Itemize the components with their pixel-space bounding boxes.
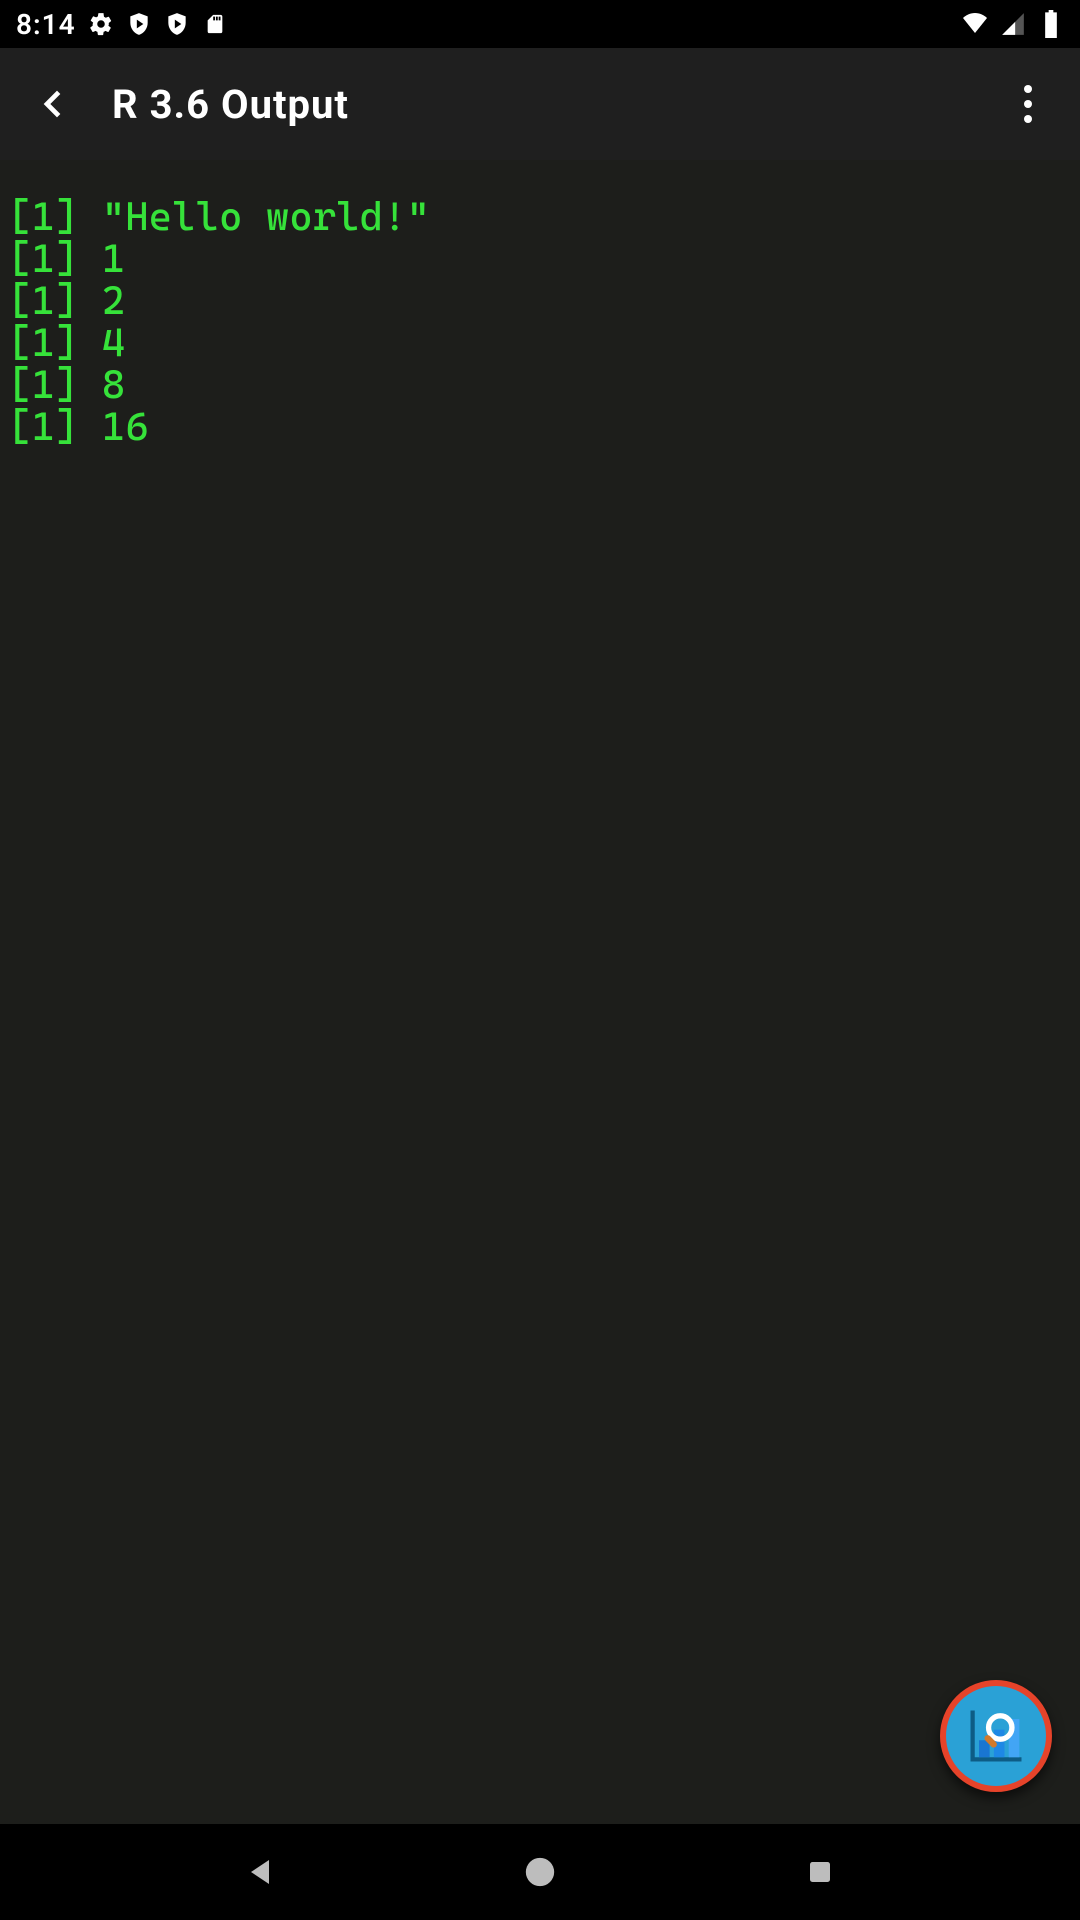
back-button[interactable] bbox=[24, 76, 80, 132]
status-right bbox=[962, 11, 1064, 37]
square-recents-icon bbox=[805, 1857, 835, 1887]
nav-back-button[interactable] bbox=[230, 1842, 290, 1902]
shield-play-icon bbox=[164, 11, 190, 37]
triangle-back-icon bbox=[242, 1854, 278, 1890]
status-left: 8:14 bbox=[16, 8, 228, 41]
chevron-left-icon bbox=[32, 80, 72, 128]
circle-home-icon bbox=[523, 1855, 557, 1889]
signal-icon bbox=[1000, 11, 1026, 37]
wifi-icon bbox=[962, 11, 988, 37]
status-bar: 8:14 bbox=[0, 0, 1080, 48]
more-vert-icon bbox=[1024, 85, 1032, 123]
battery-icon bbox=[1038, 11, 1064, 37]
app-bar: R 3.6 Output bbox=[0, 48, 1080, 160]
more-options-button[interactable] bbox=[1000, 76, 1056, 132]
output-pane[interactable]: [1] "Hello world!" [1] 1 [1] 2 [1] 4 [1]… bbox=[0, 160, 1080, 1824]
nav-home-button[interactable] bbox=[510, 1842, 570, 1902]
system-nav-bar bbox=[0, 1824, 1080, 1920]
analyze-chart-fab[interactable] bbox=[940, 1680, 1052, 1792]
sd-card-icon bbox=[202, 11, 228, 37]
chart-magnify-icon bbox=[962, 1702, 1030, 1770]
status-time: 8:14 bbox=[16, 8, 76, 41]
nav-recents-button[interactable] bbox=[790, 1842, 850, 1902]
gear-icon bbox=[88, 11, 114, 37]
page-title: R 3.6 Output bbox=[112, 81, 968, 128]
shield-play-icon bbox=[126, 11, 152, 37]
